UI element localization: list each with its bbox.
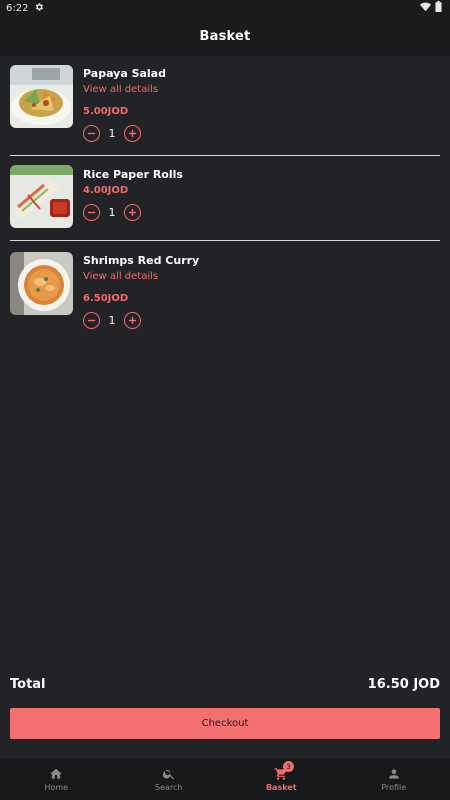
quantity-stepper: 1 [83,202,183,222]
status-time: 6:22 [6,2,29,14]
total-row: Total 16.50 JOD [10,674,440,694]
papaya-salad-image [10,65,73,128]
increase-quantity-button[interactable] [124,203,141,221]
nav-item-search[interactable]: Search [113,758,226,800]
checkout-button[interactable]: Checkout [10,708,440,739]
home-icon [50,768,63,779]
status-bar: 6:22 [0,0,450,16]
minus-icon [87,132,96,134]
decrease-quantity-button[interactable] [83,203,100,221]
cart-item: Rice Paper Rolls 4.00JOD 1 [10,156,440,240]
item-name: Rice Paper Rolls [83,168,183,181]
wifi-icon [420,2,431,15]
total-value: 16.50 JOD [367,676,440,692]
plus-icon [128,316,137,324]
minus-icon [87,211,96,213]
total-label: Total [10,676,46,692]
nav-item-home[interactable]: Home [0,758,113,800]
item-price: 4.00JOD [83,185,129,196]
nav-item-basket[interactable]: 3 Basket [225,758,338,800]
item-quantity: 1 [108,205,116,219]
plus-icon [128,129,137,137]
nav-label: Basket [265,782,297,792]
item-price: 6.50JOD [83,293,129,304]
item-name: Shrimps Red Curry [83,254,200,267]
basket-screen: 6:22 Basket Papaya Salad View all detail… [0,0,450,800]
settings-gear-icon [34,2,44,15]
cart-count-badge: 3 [283,761,294,772]
rice-paper-rolls-image [10,165,73,228]
battery-icon [435,1,442,15]
nav-label: Profile [381,782,407,792]
app-bar: Basket [0,16,450,56]
shrimps-red-curry-image [10,252,73,315]
cart-item: Shrimps Red Curry View all details 6.50J… [10,241,440,331]
item-name: Papaya Salad [83,67,166,80]
bottom-nav: Home Search 3 Basket Profile [0,758,450,800]
decrease-quantity-button[interactable] [83,124,100,142]
person-icon [389,768,399,779]
increase-quantity-button[interactable] [124,311,141,329]
page-title: Basket [199,28,251,44]
item-quantity: 1 [108,126,116,140]
plus-icon [128,208,137,216]
nav-item-profile[interactable]: Profile [338,758,450,800]
item-price: 5.00JOD [83,106,129,117]
nav-label: Home [44,782,69,792]
search-icon [162,769,174,780]
quantity-stepper: 1 [83,123,166,143]
minus-icon [87,319,96,321]
nav-label: Search [155,782,183,792]
view-details-link[interactable]: View all details [83,269,199,285]
view-details-link[interactable]: View all details [83,82,166,98]
cart-item: Papaya Salad View all details 5.00JOD 1 [10,56,440,155]
increase-quantity-button[interactable] [124,124,141,142]
cart-list: Papaya Salad View all details 5.00JOD 1 [10,56,440,331]
quantity-stepper: 1 [83,310,199,330]
decrease-quantity-button[interactable] [83,311,100,329]
item-quantity: 1 [108,313,116,327]
